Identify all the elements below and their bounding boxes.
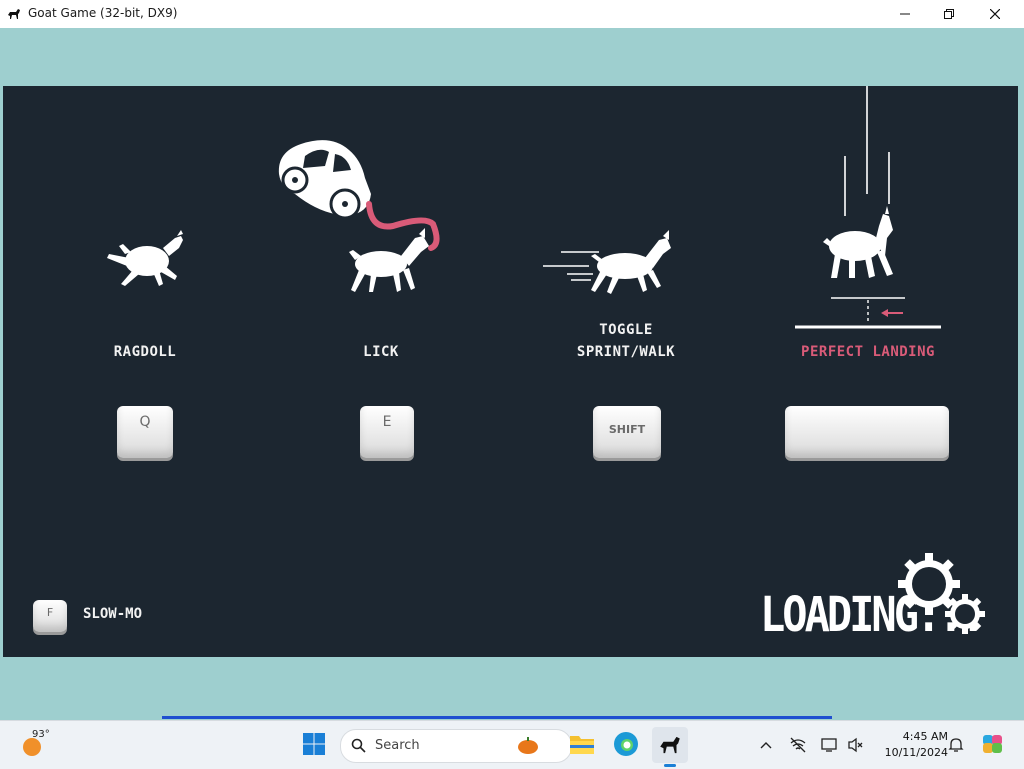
slowmo-label: SLOW-MO [83, 606, 143, 622]
desktop-wallpaper-edge [162, 716, 832, 719]
close-button[interactable] [972, 0, 1018, 28]
display-button[interactable] [820, 735, 840, 755]
active-app-indicator [664, 764, 676, 767]
restore-button[interactable] [926, 0, 972, 28]
sprint-goat-icon [543, 230, 671, 294]
goat-game-taskbar-button[interactable] [652, 727, 688, 767]
weather-temperature: 93° [32, 729, 50, 740]
file-explorer-button[interactable] [568, 730, 596, 758]
minimize-icon [900, 13, 910, 15]
edge-browser-icon [614, 732, 638, 756]
windows-start-icon [303, 733, 325, 755]
landing-goat-icon [795, 86, 941, 329]
clock-date: 10/11/2024 [884, 746, 948, 759]
chevron-up-icon [760, 742, 772, 749]
key-f: F [33, 600, 67, 632]
lick-label: LICK [363, 344, 399, 360]
taskbar-clock[interactable]: 4:45 AM 10/11/2024 [872, 729, 948, 761]
show-hidden-icons-button[interactable] [756, 735, 776, 755]
close-icon [990, 9, 1000, 19]
ragdoll-goat-icon [107, 230, 183, 286]
network-icon [790, 737, 806, 753]
letterbox-top [0, 28, 1024, 86]
copilot-button[interactable] [980, 731, 1006, 757]
display-icon [821, 738, 837, 752]
letterbox-bottom [0, 657, 1024, 719]
clock-time: 4:45 AM [902, 730, 948, 743]
minimize-button[interactable] [882, 0, 928, 28]
key-space [785, 406, 949, 458]
ragdoll-label: RAGDOLL [113, 344, 177, 360]
volume-button[interactable] [846, 735, 866, 755]
key-q: Q [117, 406, 173, 458]
perfect-landing-label: PERFECT LANDING [801, 344, 935, 360]
network-button[interactable] [788, 735, 808, 755]
window-title-bar[interactable]: Goat Game (32-bit, DX9) [0, 0, 1024, 29]
key-e: E [360, 406, 414, 458]
gears-icon [898, 553, 985, 634]
goat-game-icon [660, 736, 680, 754]
search-icon [351, 738, 366, 753]
taskbar-search-box[interactable]: Search [340, 729, 572, 763]
game-loading-screen: RAGDOLL LICK TOGGLE SPRINT/WALK PERFECT … [3, 86, 1018, 657]
lick-goat-car-icon [278, 140, 440, 292]
notifications-button[interactable] [946, 735, 966, 755]
window-title: Goat Game (32-bit, DX9) [28, 6, 178, 20]
copilot-icon [983, 735, 1002, 753]
goat-app-icon [8, 9, 20, 19]
file-explorer-icon [570, 736, 594, 754]
volume-muted-icon [848, 737, 863, 753]
pumpkin-icon [518, 737, 538, 754]
search-placeholder: Search [375, 738, 420, 753]
notification-bell-icon [948, 738, 964, 752]
taskbar: 93° Search 4:45 AM 10/11/2024 [0, 720, 1024, 769]
key-shift: SHIFT [593, 406, 661, 458]
restore-icon [944, 9, 954, 19]
edge-browser-button[interactable] [612, 730, 640, 758]
toggle-sprint-walk-label: TOGGLE SPRINT/WALK [576, 322, 676, 360]
start-button[interactable] [300, 730, 328, 758]
